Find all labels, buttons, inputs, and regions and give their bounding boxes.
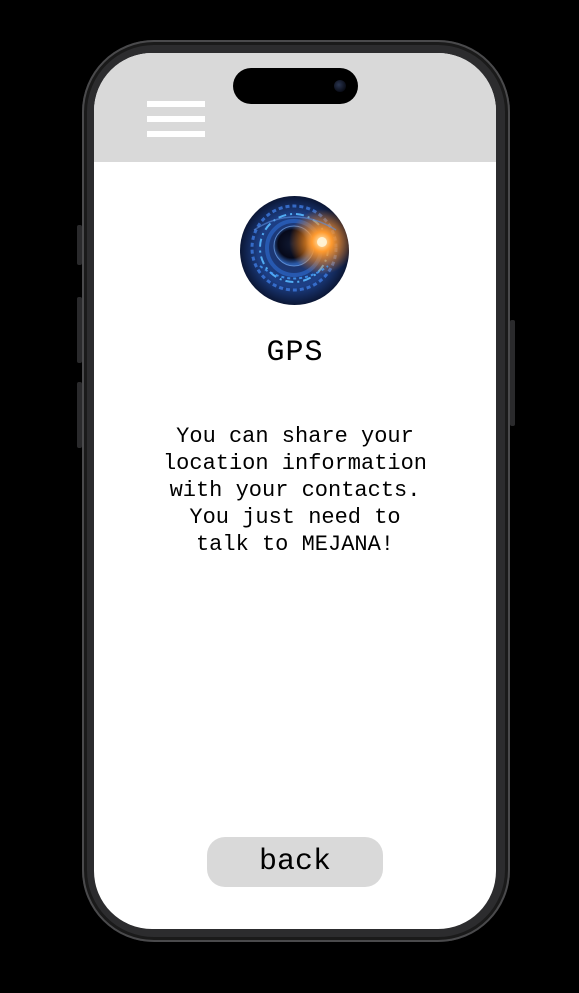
page-title: GPS <box>266 336 324 370</box>
front-camera-icon <box>334 80 346 92</box>
menu-line <box>147 131 205 137</box>
futuristic-eye-lens-image <box>240 196 349 305</box>
stage: GPS You can share your location informat… <box>0 0 579 993</box>
dynamic-island <box>233 68 358 104</box>
menu-line <box>147 116 205 122</box>
menu-line <box>147 101 205 107</box>
hamburger-menu-icon[interactable] <box>147 101 205 137</box>
phone-screen: GPS You can share your location informat… <box>94 53 496 929</box>
feature-description: You can share your location information … <box>162 424 428 557</box>
back-button[interactable]: back <box>207 837 383 887</box>
power-button <box>510 320 515 426</box>
